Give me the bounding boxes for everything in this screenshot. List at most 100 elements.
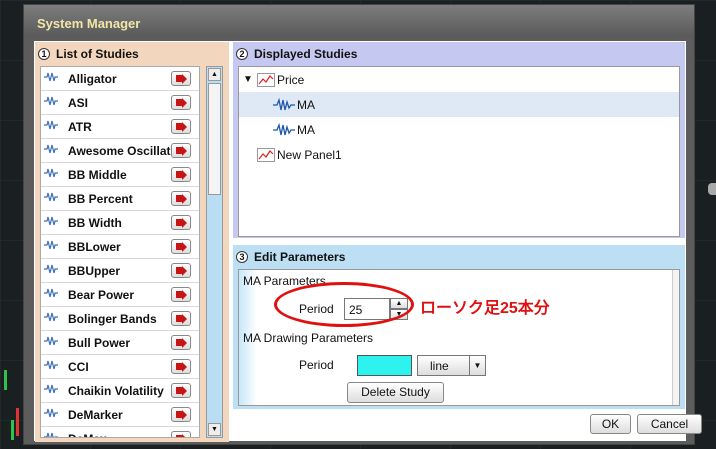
add-study-button[interactable] [171,263,191,278]
study-list-item[interactable]: ATR [41,115,199,139]
study-list-item[interactable]: BB Percent [41,187,199,211]
system-manager-dialog: System Manager 1 List of Studies Alligat… [23,4,702,445]
study-label: Alligator [68,71,117,86]
add-study-button[interactable] [171,239,191,254]
study-label: DeMarker [68,407,123,422]
edit-panel-header: 3 Edit Parameters [233,245,685,265]
study-list-item[interactable]: Awesome Oscillator [41,139,199,163]
study-wave-icon [44,264,60,277]
study-label: Bull Power [68,335,131,350]
tree-item-label: Price [277,72,305,87]
annotation-text: ローソク足25本分 [420,300,550,317]
line-color-swatch[interactable] [357,355,412,376]
line-style-value: line [430,359,449,373]
tree-item-ma[interactable]: MA [239,117,679,142]
edit-parameters-panel: 3 Edit Parameters MA Parameters Period 2… [233,245,685,409]
study-wave-icon [44,384,60,397]
add-study-button[interactable] [171,71,191,86]
study-wave-icon [44,432,60,437]
study-list-item[interactable]: DeMax [41,427,199,438]
displayed-panel-title: Displayed Studies [254,47,358,61]
panel-number-badge: 3 [236,251,248,263]
ok-button[interactable]: OK [590,414,631,434]
add-study-button[interactable] [171,215,191,230]
annotation-ellipse [274,282,414,327]
scroll-down-arrow[interactable]: ▼ [208,423,221,436]
tree-item-new-panel[interactable]: New Panel1 [239,142,679,167]
delete-study-button[interactable]: Delete Study [347,382,444,403]
study-list-item[interactable]: Alligator [41,67,199,91]
study-wave-icon [44,360,60,373]
study-list-item[interactable]: BB Width [41,211,199,235]
dialog-title[interactable]: System Manager [24,5,694,37]
add-study-button[interactable] [171,359,191,374]
tree-item-price[interactable]: ▼ Price [239,67,679,92]
add-study-button[interactable] [171,311,191,326]
study-label: Bear Power [68,287,135,302]
study-list-item[interactable]: DeMarker [41,403,199,427]
study-wave-icon [44,312,60,325]
study-label: Awesome Oscillator [68,143,178,158]
study-list-item[interactable]: Bolinger Bands [41,307,199,331]
studies-panel-header: 1 List of Studies [35,42,229,62]
cancel-button[interactable]: Cancel [637,414,702,434]
study-wave-icon [44,168,60,181]
study-label: BBUpper [68,263,121,278]
study-list-item[interactable]: BBUpper [41,259,199,283]
displayed-panel: 2 Displayed Studies ▼ Price MA MA New Pa… [233,42,685,238]
study-list-scrollbar[interactable]: ▲ ▼ [206,66,223,438]
expand-triangle-icon[interactable]: ▼ [243,74,257,85]
study-list-item[interactable]: Bear Power [41,283,199,307]
study-label: Bolinger Bands [68,311,157,326]
tree-item-label: MA [297,97,315,112]
outer-scroll-handle[interactable] [708,183,716,195]
add-study-button[interactable] [171,119,191,134]
study-list: Alligator ASI ATR Awesome Oscillator BB Midd… [40,66,200,438]
study-label: CCI [68,359,89,374]
add-study-button[interactable] [171,95,191,110]
wave-icon [273,97,295,110]
study-label: BB Middle [68,167,127,182]
tree-item-ma[interactable]: MA [239,92,679,117]
tree-item-label: New Panel1 [277,147,342,162]
chevron-down-icon[interactable]: ▼ [469,356,485,375]
study-wave-icon [44,72,60,85]
study-wave-icon [44,96,60,109]
scroll-up-arrow[interactable]: ▲ [208,68,221,81]
add-study-button[interactable] [171,143,191,158]
parameters-scrollbar[interactable] [672,270,679,405]
add-study-button[interactable] [171,383,191,398]
study-label: BBLower [68,239,121,254]
add-study-button[interactable] [171,287,191,302]
study-wave-icon [44,408,60,421]
wave-icon [273,122,295,135]
studies-panel: 1 List of Studies Alligator ASI ATR Awesome… [35,42,229,442]
add-study-button[interactable] [171,431,191,437]
study-list-item[interactable]: ASI [41,91,199,115]
study-label: BB Percent [68,191,133,206]
add-study-button[interactable] [171,335,191,350]
study-label: DeMax [68,432,178,438]
drawing-period-label: Period [299,358,334,372]
chart-icon [257,72,275,87]
add-study-button[interactable] [171,167,191,182]
study-wave-icon [44,120,60,133]
study-wave-icon [44,192,60,205]
scroll-thumb[interactable] [208,83,221,195]
study-list-item[interactable]: CCI [41,355,199,379]
studies-panel-title: List of Studies [56,47,139,61]
displayed-tree: ▼ Price MA MA New Panel1 [238,66,680,237]
study-label: ATR [68,119,92,134]
dialog-content: 1 List of Studies Alligator ASI ATR Awesome… [34,41,702,442]
line-style-select[interactable]: line ▼ [417,355,486,376]
displayed-panel-header: 2 Displayed Studies [233,42,685,62]
add-study-button[interactable] [171,407,191,422]
tree-item-label: MA [297,122,315,137]
add-study-button[interactable] [171,191,191,206]
study-list-item[interactable]: Bull Power [41,331,199,355]
study-list-item[interactable]: Chaikin Volatility [41,379,199,403]
panel-number-badge: 2 [236,48,248,60]
study-list-item[interactable]: BB Middle [41,163,199,187]
study-wave-icon [44,288,60,301]
study-list-item[interactable]: BBLower [41,235,199,259]
